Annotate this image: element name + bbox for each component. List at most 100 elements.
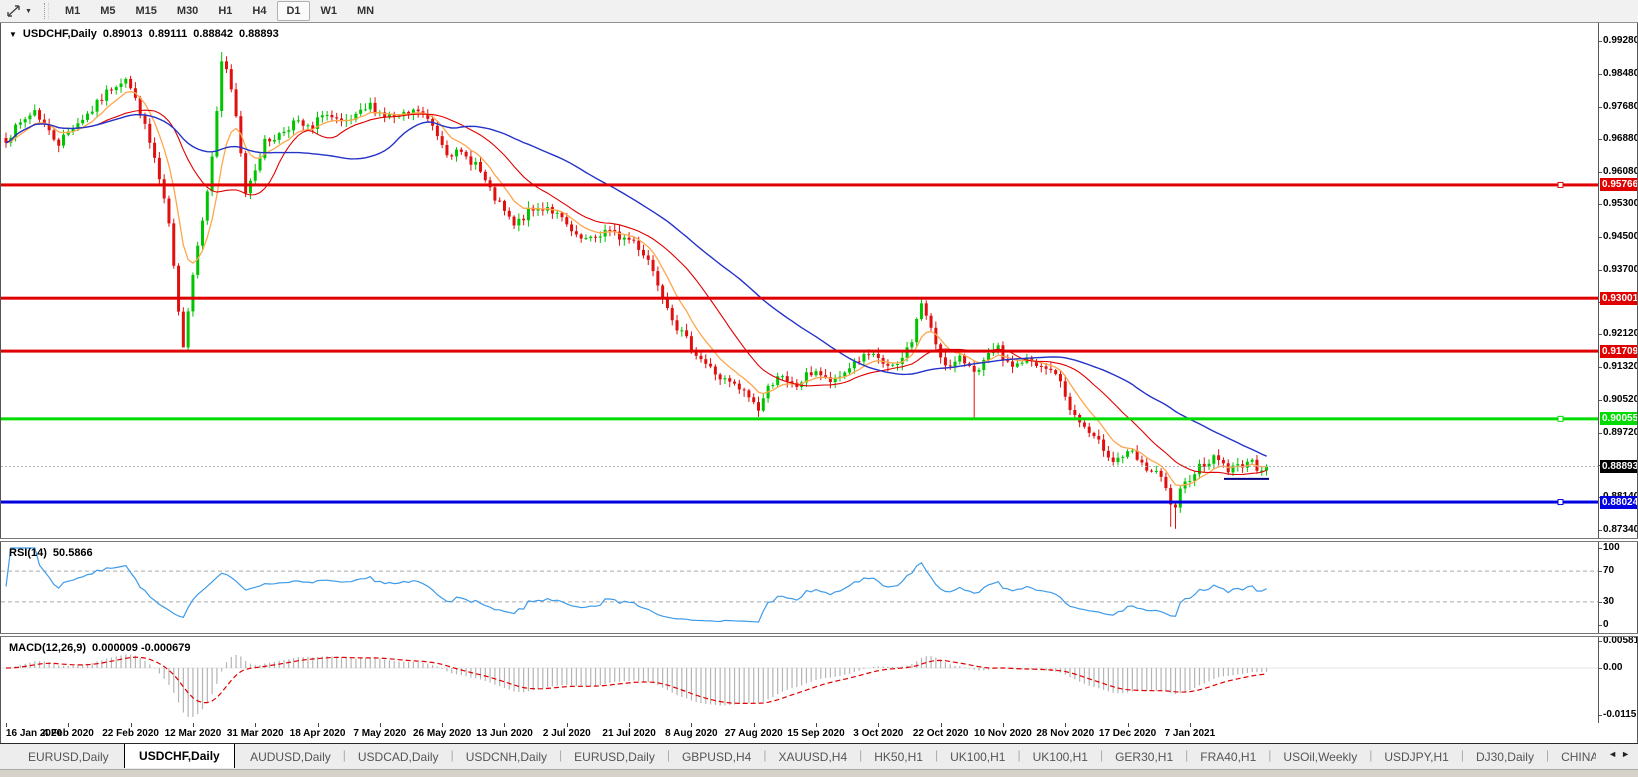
level-line-0.88024[interactable] (1, 501, 1598, 504)
timeframe-button-m30[interactable]: M30 (168, 1, 207, 21)
timeframe-button-mn[interactable]: MN (348, 1, 383, 21)
timeframe-button-h1[interactable]: H1 (209, 1, 241, 21)
timeframe-button-w1[interactable]: W1 (312, 1, 347, 21)
rsi-axis[interactable]: 10070300 (1598, 542, 1638, 633)
date-tick (380, 723, 381, 727)
timeframe-button-h4[interactable]: H4 (243, 1, 275, 21)
symbol-tab-dj30-daily[interactable]: DJ30,Daily (1464, 744, 1546, 766)
date-label: 12 Mar 2020 (165, 728, 222, 739)
date-label: 26 May 2020 (413, 728, 471, 739)
level-price-badge: 0.88024 (1600, 496, 1638, 509)
crosshair-tool-icon (6, 4, 22, 18)
timeframe-button-d1[interactable]: D1 (277, 1, 309, 21)
tab-scroll-left-icon[interactable]: ◄ (1608, 749, 1617, 759)
line-handle[interactable] (1558, 182, 1563, 187)
symbol-tab-eurusd-daily[interactable]: EURUSD,Daily (16, 744, 121, 766)
price-tick-label: 0.87340 (1603, 524, 1638, 535)
price-tick-label: 0.95300 (1603, 198, 1638, 209)
date-tick (131, 723, 132, 727)
level-price-badge: 0.93001 (1600, 292, 1638, 305)
rsi-tick-label: 0 (1603, 619, 1609, 630)
level-line-0.91709[interactable] (1, 350, 1598, 353)
price-tick (1599, 530, 1602, 531)
rsi-tick-label: 100 (1603, 542, 1620, 553)
date-label: 18 Apr 2020 (290, 728, 346, 739)
date-label: 22 Feb 2020 (102, 728, 159, 739)
rsi-tick (1599, 571, 1602, 572)
chart-tool-selector[interactable]: ▼ (0, 0, 38, 22)
date-label: 17 Dec 2020 (1099, 728, 1156, 739)
symbol-tab-xauusd-h4[interactable]: XAUUSD,H4 (766, 744, 859, 766)
symbol-tab-fra40-h1[interactable]: FRA40,H1 (1188, 744, 1268, 766)
symbol-tab-uk100-h1[interactable]: UK100,H1 (1021, 744, 1100, 766)
price-tick-label: 0.96080 (1603, 166, 1638, 177)
ohlc-close: 0.88893 (239, 28, 279, 40)
symbol-tab-usdjpy-h1[interactable]: USDJPY,H1 (1372, 744, 1460, 766)
price-tick-label: 0.96880 (1603, 133, 1638, 144)
level-line-0.95766[interactable] (1, 183, 1598, 186)
symbol-tab-usoil-weekly[interactable]: USOil,Weekly (1271, 744, 1369, 766)
rsi-tick (1599, 548, 1602, 549)
price-tick-label: 0.89720 (1603, 427, 1638, 438)
line-handle[interactable] (1558, 500, 1563, 505)
symbol-tab-eurusd-daily[interactable]: EURUSD,Daily (562, 744, 667, 766)
macd-axis[interactable]: 0.0058180.00-0.011514 (1598, 637, 1638, 723)
date-tick (255, 723, 256, 727)
macd-tick (1599, 641, 1602, 642)
rsi-value: 50.5866 (53, 547, 93, 559)
symbol-dropdown-icon[interactable]: ▼ (9, 30, 17, 39)
date-tick (629, 723, 630, 727)
tab-scroll-right-icon[interactable]: ► (1621, 749, 1630, 759)
price-tick-label: 0.97680 (1603, 101, 1638, 112)
chevron-down-icon: ▼ (25, 8, 32, 15)
symbol-tab-usdcnh-daily[interactable]: USDCNH,Daily (454, 744, 559, 766)
macd-chart[interactable] (1, 637, 1598, 723)
price-tick-label: 0.98480 (1603, 68, 1638, 79)
symbol-tab-hk50-h1[interactable]: HK50,H1 (862, 744, 935, 766)
rsi-tick (1599, 602, 1602, 603)
symbol-tab-audusd-daily[interactable]: AUDUSD,Daily (238, 744, 343, 766)
date-axis[interactable]: 16 Jan 20204 Feb 202022 Feb 202012 Mar 2… (0, 723, 1638, 743)
price-axis[interactable]: 0.992800.984800.976800.968800.960800.953… (1598, 23, 1638, 538)
price-tick (1599, 433, 1602, 434)
date-tick (1065, 723, 1066, 727)
macd-panel: MACD(12,26,9) 0.000009 -0.000679 0.00581… (0, 637, 1638, 723)
ohlc-high: 0.89111 (149, 28, 188, 40)
line-handle[interactable] (1558, 416, 1563, 421)
date-label: 13 Jun 2020 (476, 728, 533, 739)
symbol-tab-usdcad-daily[interactable]: USDCAD,Daily (346, 744, 451, 766)
symbol-name: USDCHF,Daily (23, 28, 97, 40)
trading-terminal-window: { "toolbar": { "tool_icon": "crosshair-t… (0, 0, 1638, 777)
symbol-tab-gbpusd-h4[interactable]: GBPUSD,H4 (670, 744, 763, 766)
macd-tick-label: 0.00 (1603, 662, 1622, 673)
price-tick (1599, 204, 1602, 205)
timeframe-button-m15[interactable]: M15 (127, 1, 166, 21)
level-price-badge: 0.90055 (1600, 412, 1638, 425)
date-label: 27 Aug 2020 (725, 728, 783, 739)
date-label: 3 Oct 2020 (853, 728, 903, 739)
price-tick (1599, 237, 1602, 238)
symbol-tab-uk100-h1[interactable]: UK100,H1 (938, 744, 1017, 766)
symbol-tab-usdchf-daily[interactable]: USDCHF,Daily (124, 743, 235, 768)
date-tick (1190, 723, 1191, 727)
symbol-tab-ger30-h1[interactable]: GER30,H1 (1103, 744, 1185, 766)
date-tick (318, 723, 319, 727)
ohlc-low: 0.88842 (193, 28, 233, 40)
timeframe-button-m1[interactable]: M1 (56, 1, 89, 21)
price-tick-label: 0.92120 (1603, 328, 1638, 339)
level-line-0.90055[interactable] (1, 417, 1598, 420)
rsi-chart[interactable] (1, 542, 1598, 633)
date-label: 8 Aug 2020 (665, 728, 717, 739)
ohlc-open: 0.89013 (103, 28, 143, 40)
timeframe-button-m5[interactable]: M5 (91, 1, 124, 21)
date-tick (941, 723, 942, 727)
candlestick-chart[interactable] (1, 23, 1598, 538)
date-tick (68, 723, 69, 727)
macd-tick (1599, 715, 1602, 716)
rsi-tick-label: 30 (1603, 596, 1614, 607)
date-label: 28 Nov 2020 (1036, 728, 1094, 739)
level-line-0.93001[interactable] (1, 297, 1598, 300)
macd-name: MACD(12,26,9) (9, 642, 86, 654)
date-tick (1128, 723, 1129, 727)
date-label: 10 Nov 2020 (974, 728, 1032, 739)
